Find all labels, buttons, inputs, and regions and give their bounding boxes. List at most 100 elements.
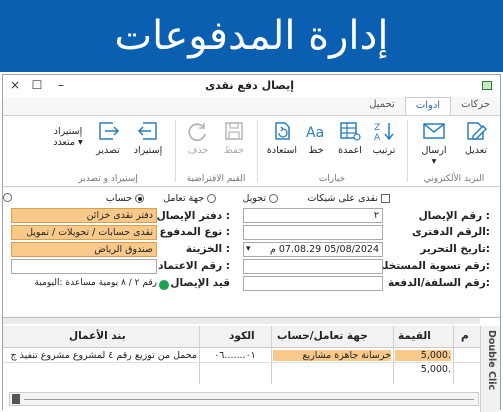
grid-strip (3, 318, 480, 324)
page-banner: إدارة المدفوعات (0, 0, 503, 72)
book-no-field[interactable] (243, 225, 383, 240)
receipt-form: نقدى على شيكات تحويل جهة تعامل حساب رقم … (3, 188, 500, 316)
edit-label: تعديل (464, 145, 488, 156)
receipt-book-field[interactable]: دفتر نقدى خزائن (11, 208, 157, 223)
maximize-icon[interactable]: ☐ (29, 78, 45, 92)
ribbon: تعديل ارسال ▾ البريد الألكتروني Z A ترتيب (3, 115, 500, 187)
edit-button[interactable]: تعديل (454, 120, 498, 156)
send-label: ارسال (421, 145, 447, 156)
edit-icon (467, 122, 488, 140)
export-button[interactable]: تصدير (86, 120, 130, 156)
multi-import-button[interactable]: إستيراد متعدد ▾ (48, 126, 88, 148)
send-button[interactable]: ارسال ▾ (412, 120, 456, 167)
radio-deal[interactable]: جهة تعامل (163, 193, 216, 204)
row-item[interactable]: محمل من توزيع رقم ٤ لمشروع مشروع تنفيذ ج (5, 350, 197, 361)
app-icon (482, 81, 492, 90)
minimize-icon[interactable]: – (53, 78, 69, 92)
receipt-window: × ☐ – إيصال دفع نقدى حركات ادوات تحميل ت… (2, 74, 501, 412)
delete-button[interactable]: حذف (176, 120, 220, 156)
radio-dot-selected[interactable] (135, 194, 144, 203)
radio-dot[interactable] (3, 193, 12, 202)
group-options-label: خيارات (318, 174, 346, 184)
chevron-down-icon: ▾ (431, 156, 437, 167)
row-value[interactable]: 5,000. (395, 350, 451, 361)
payment-type-field[interactable]: نقدى حسابات / تحويلات / تمويل (11, 225, 157, 240)
multi-import-dropdown: متعدد ▾ (53, 137, 83, 148)
radio-transfer-label: تحويل (242, 193, 266, 204)
treasury-field[interactable]: صندوق الرياض (11, 242, 157, 257)
font-icon: Aa (306, 125, 324, 141)
row-code[interactable]: ٠١.......٠٦ (201, 350, 269, 361)
ribbon-separator (407, 120, 408, 182)
radio-transfer[interactable]: تحويل (242, 193, 278, 204)
import-button[interactable]: إستيراد (126, 120, 170, 156)
refresh-icon (188, 123, 206, 142)
restore-button[interactable]: استعادة (260, 120, 304, 156)
receipt-no-field[interactable]: ٢ (243, 208, 383, 223)
edit-date-value: 05/08/2024 07.08.29 م (269, 244, 379, 255)
ribbon-separator (175, 120, 176, 182)
col-item-header[interactable]: بند الأعمال (69, 330, 126, 342)
extraction-no-field[interactable] (243, 259, 383, 274)
export-label: تصدير (96, 145, 120, 156)
tab-tools[interactable]: ادوات (404, 97, 452, 115)
banner-title: إدارة المدفوعات (114, 13, 389, 59)
svg-text:A: A (374, 133, 381, 142)
total-value: 5,000. (420, 364, 451, 375)
table-row[interactable]: 5,000. خرسانة جاهزة مشاريع ٠١.......٠٦ م… (3, 349, 480, 363)
scrollbar-track[interactable] (24, 399, 474, 400)
group-email-label: البريد الألكتروني (423, 174, 485, 184)
window-title: إيصال دفع نقدى (205, 79, 294, 92)
group-defaults-label: القيم الافتراضية (186, 174, 246, 184)
close-icon[interactable]: × (7, 78, 23, 92)
col-index-header[interactable]: م (461, 330, 469, 342)
col-value-header[interactable]: القيمة (398, 330, 431, 342)
delete-label: حذف (187, 145, 209, 156)
scrollbar-thumb[interactable] (12, 394, 20, 404)
radio-account[interactable]: حساب (106, 193, 144, 204)
restore-label: استعادة (266, 145, 298, 156)
radio-extra[interactable] (3, 193, 12, 202)
checkbox-box[interactable] (381, 194, 390, 203)
restore-icon (275, 122, 290, 140)
cheques-checkbox-label: نقدى على شيكات (307, 193, 378, 204)
svg-text:Aa: Aa (306, 125, 324, 141)
date-dropdown-icon[interactable]: ▾ (246, 244, 251, 254)
columns-icon (340, 122, 361, 141)
edit-date-field[interactable]: 05/08/2024 07.08.29 م (243, 242, 383, 257)
title-bar: × ☐ – إيصال دفع نقدى (3, 75, 500, 97)
radio-deal-label: جهة تعامل (163, 193, 204, 204)
side-panel-tab[interactable]: Double Clic (480, 326, 500, 412)
advance-no-label: رقم السلفة/الدفعة: (387, 277, 490, 289)
approval-no-field[interactable] (11, 259, 157, 274)
radio-dot[interactable] (207, 194, 216, 203)
save-icon (225, 122, 243, 140)
approval-no-label: رقم الاعتماد : (158, 260, 230, 272)
col-code-header[interactable]: الكود (229, 330, 255, 342)
book-no-label: الرقم الدفترى: (412, 226, 490, 238)
multi-import-label: إستيراد (53, 126, 83, 137)
export-icon (99, 122, 120, 140)
advance-no-field[interactable] (243, 276, 383, 291)
email-icon (423, 123, 445, 139)
treasury-label: الخزينة : (185, 243, 230, 255)
status-green-icon (159, 280, 169, 290)
extraction-no-label: رقم تسوية المستخلص: (370, 260, 490, 272)
edit-date-label: تاريخ التحرير: (420, 243, 490, 255)
receipt-entry-label: قيد الإيصال (170, 277, 230, 289)
col-deal-account-header[interactable]: جهة تعامل/حساب (277, 330, 368, 342)
tab-load[interactable]: تحميل (359, 97, 405, 115)
items-grid: م القيمة جهة تعامل/حساب الكود بند الأعما… (3, 317, 500, 412)
horizontal-scrollbar[interactable] (9, 392, 479, 406)
side-panel-label: Double Clic (486, 330, 497, 391)
import-icon (137, 122, 157, 140)
receipt-entry-value[interactable]: رقم ٢ / ٨ يومية مساعدة :اليومية (7, 278, 157, 288)
group-import-export-label: إستيراد و تصدير (78, 174, 138, 184)
cheques-checkbox[interactable]: نقدى على شيكات (307, 193, 390, 204)
grid-header: م القيمة جهة تعامل/حساب الكود بند الأعما… (3, 326, 480, 348)
row-deal-account[interactable]: خرسانة جاهزة مشاريع (273, 350, 391, 361)
radio-account-label: حساب (105, 193, 132, 204)
sort-icon: Z A (374, 123, 394, 142)
tab-movements[interactable]: حركات (451, 97, 500, 115)
radio-dot[interactable] (269, 194, 278, 203)
